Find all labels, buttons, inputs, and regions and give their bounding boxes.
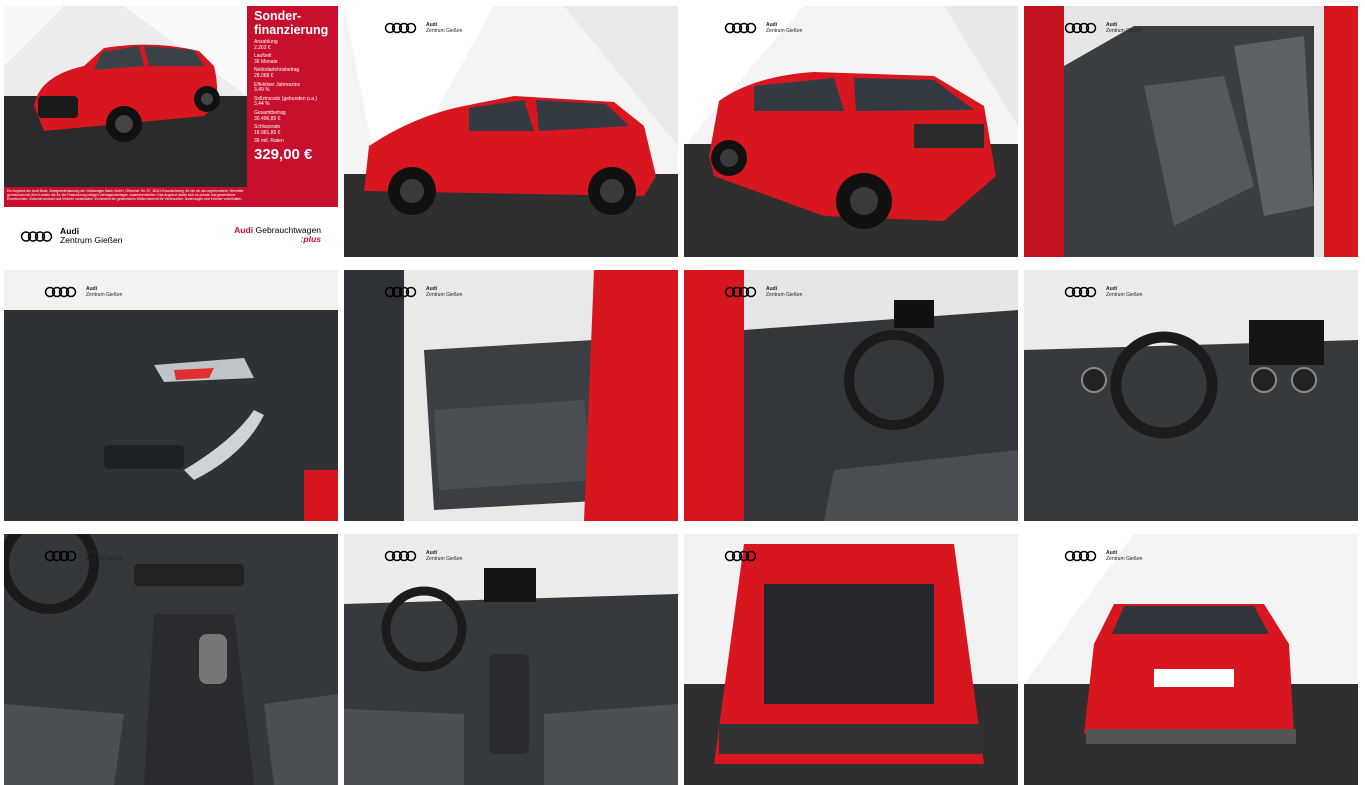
watermark-dealer: Zentrum Gießen (766, 292, 803, 298)
dealer-watermark (724, 550, 758, 562)
audi-rings-icon (1064, 286, 1097, 298)
watermark-dealer: Zentrum Gießen (426, 292, 463, 298)
photo-door-panel[interactable]: Audi Zentrum Gießen (4, 270, 338, 521)
finance-row: Effektiver Jahreszins 3,49 % (254, 81, 301, 94)
dealer-watermark: Audi Zentrum Gießen (724, 22, 802, 34)
dealer-logo: Audi Zentrum Gießen (20, 227, 123, 245)
audi-rings-icon (44, 286, 77, 298)
cockpit-side-photo (684, 270, 1018, 521)
finance-panel: Sonder- finanzierung Anzahlung 2.262 € La… (247, 6, 338, 207)
finance-row: Gesamtbetrag 30.496,85 € (254, 109, 286, 122)
photo-side-view[interactable]: Audi Zentrum Gießen (344, 6, 678, 257)
audi-rings-icon (44, 550, 77, 562)
photo-interior-overview[interactable]: Audi Zentrum Gießen (344, 534, 678, 785)
photo-finance-offer[interactable]: Sonder- finanzierung Anzahlung 2.262 € La… (4, 6, 338, 257)
dealer-watermark: Audi Zentrum Gießen (724, 286, 802, 298)
car-front-angle-photo (4, 6, 247, 187)
finance-row: Nettodarlehnsbetrag 28.068 € (254, 67, 300, 79)
watermark-dealer: Zentrum Gießen (426, 28, 463, 34)
open-trunk-photo (684, 534, 1018, 785)
front-seats-photo (1024, 6, 1358, 257)
audi-rings-icon (384, 550, 417, 562)
finance-row: Laufzeit 36 Monate (254, 53, 278, 65)
watermark-dealer: Zentrum Gießen (1106, 556, 1143, 562)
dashboard-photo (1024, 270, 1358, 521)
dealer-watermark: Audi Zentrum Gießen (1064, 286, 1142, 298)
finance-title: Sonder- finanzierung (254, 9, 331, 37)
watermark-dealer: Zentrum Gießen (1106, 28, 1143, 34)
dealer-location: Zentrum Gießen (60, 235, 123, 245)
interior-overview-photo (344, 534, 678, 785)
photo-open-trunk[interactable] (684, 534, 1018, 785)
finance-row: Sollzinssatz (gebunden p.a.) 3,44 % (254, 95, 318, 108)
audi-rings-icon (724, 22, 757, 34)
finance-title-line1: Sonder- (254, 9, 302, 23)
dealer-watermark: Audi Zentrum Gießen (44, 286, 122, 298)
rear-seats-photo (344, 270, 678, 521)
monthly-rate-price: 329,00 € (254, 145, 313, 163)
audi-rings-icon (1064, 550, 1097, 562)
audi-rings-icon (1064, 22, 1097, 34)
dealer-watermark: Audi Zentrum Gießen (44, 550, 122, 562)
door-panel-photo (4, 270, 338, 521)
finance-row: 36 mtl. Raten (254, 138, 284, 145)
dealer-name: Audi Zentrum Gießen (60, 227, 123, 245)
photo-rear-view[interactable]: Audi Zentrum Gießen (1024, 534, 1358, 785)
dealer-watermark: Audi Zentrum Gießen (1064, 22, 1142, 34)
audi-rings-icon (724, 286, 757, 298)
photo-front-seats[interactable]: Audi Zentrum Gießen (1024, 6, 1358, 257)
used-car-plus: :plus (300, 234, 321, 244)
finance-title-line2: finanzierung (254, 23, 329, 37)
dealer-watermark: Audi Zentrum Gießen (384, 550, 462, 562)
finance-row: Anzahlung 2.262 € (254, 39, 278, 51)
watermark-dealer: Zentrum Gießen (1106, 292, 1143, 298)
dealer-footer: Audi Zentrum Gießen Audi Gebrauchtwagen … (4, 207, 338, 257)
center-console-photo (4, 534, 338, 785)
audi-rings-icon (384, 22, 417, 34)
photo-rear-seats[interactable]: Audi Zentrum Gießen (344, 270, 678, 521)
audi-rings-icon (384, 286, 417, 298)
watermark-dealer: Zentrum Gießen (766, 28, 803, 34)
used-car-brand: Audi (234, 225, 254, 235)
watermark-dealer: Zentrum Gießen (86, 292, 123, 298)
watermark-dealer: Zentrum Gießen (86, 556, 123, 562)
dealer-watermark: Audi Zentrum Gießen (384, 22, 462, 34)
dealer-watermark: Audi Zentrum Gießen (1064, 550, 1142, 562)
used-car-plus-logo: Audi Gebrauchtwagen :plus (234, 226, 321, 244)
finance-row: Schlussrate 18.981,85 € (254, 124, 281, 136)
photo-cockpit-side[interactable]: Audi Zentrum Gießen (684, 270, 1018, 521)
watermark-dealer: Zentrum Gießen (426, 556, 463, 562)
finance-disclaimer: Ein Angebot der Audi Bank, Zweigniederla… (4, 187, 247, 207)
photo-rear-angle[interactable]: Audi Zentrum Gießen (684, 6, 1018, 257)
car-side-view-photo (344, 6, 678, 257)
audi-rings-icon (724, 550, 757, 562)
car-rear-angle-photo (684, 6, 1018, 257)
audi-rings-icon (20, 230, 53, 242)
dealer-watermark: Audi Zentrum Gießen (384, 286, 462, 298)
car-rear-view-photo (1024, 534, 1358, 785)
photo-dashboard[interactable]: Audi Zentrum Gießen (1024, 270, 1358, 521)
photo-center-console[interactable]: Audi Zentrum Gießen (4, 534, 338, 785)
